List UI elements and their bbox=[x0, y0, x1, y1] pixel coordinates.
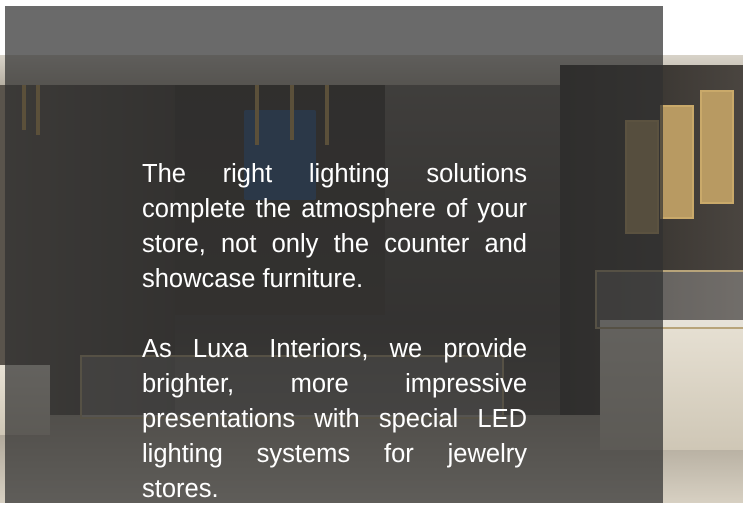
intro-paragraph-1: The right lighting solutions complete th… bbox=[142, 160, 527, 293]
display-panel bbox=[700, 90, 734, 204]
intro-text: The right lighting solutions complete th… bbox=[142, 157, 527, 507]
display-panel bbox=[660, 105, 694, 219]
intro-paragraph-2: As Luxa Interiors, we provide brighter, … bbox=[142, 335, 527, 503]
